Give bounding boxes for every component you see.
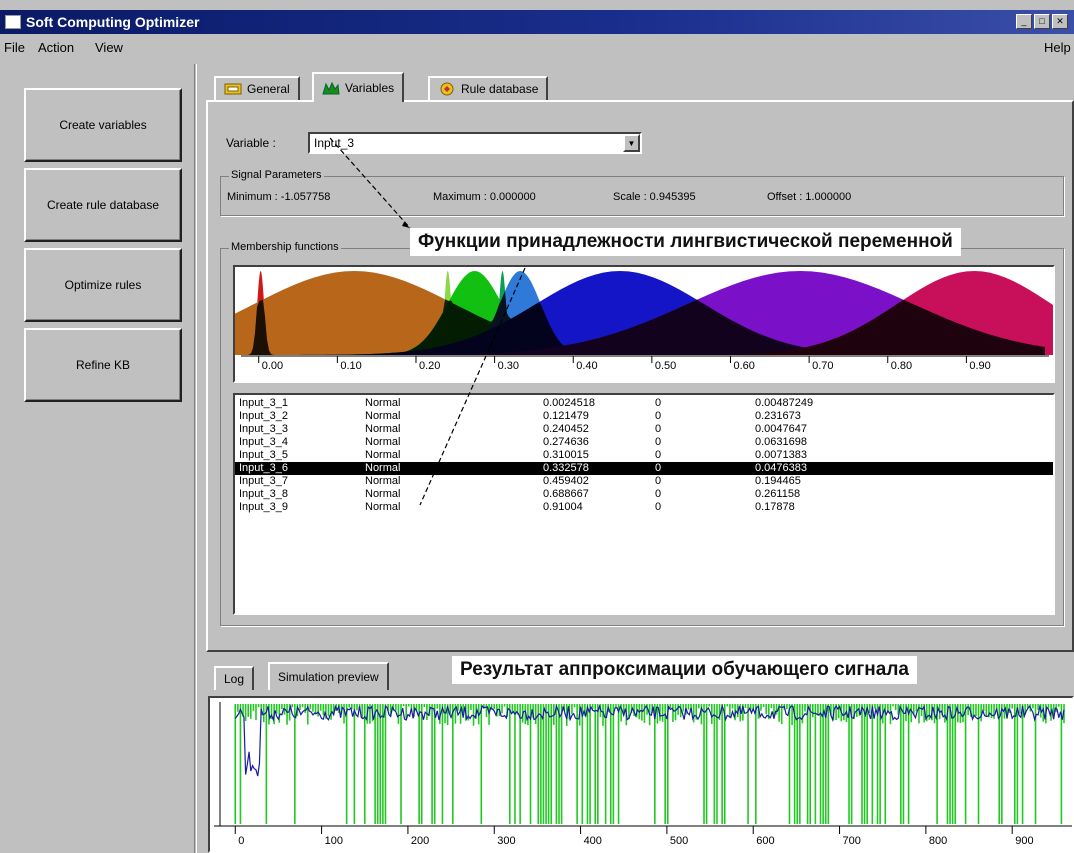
- caption-arrow-to-select: [329, 137, 411, 229]
- tab-variables-label: Variables: [345, 81, 395, 95]
- membership-annotation: Функции принадлежности лингвистической п…: [410, 228, 961, 256]
- simulation-annotation: Результат аппроксимации обучающего сигна…: [452, 656, 917, 684]
- app-window: Soft Computing Optimizer _ □ ✕ File Acti…: [0, 0, 1074, 853]
- tab-variables[interactable]: Variables: [312, 72, 405, 102]
- annotation-arrows: [329, 137, 526, 506]
- chart-tab-icon: [322, 81, 340, 95]
- caption-arrow-to-row: [419, 267, 526, 506]
